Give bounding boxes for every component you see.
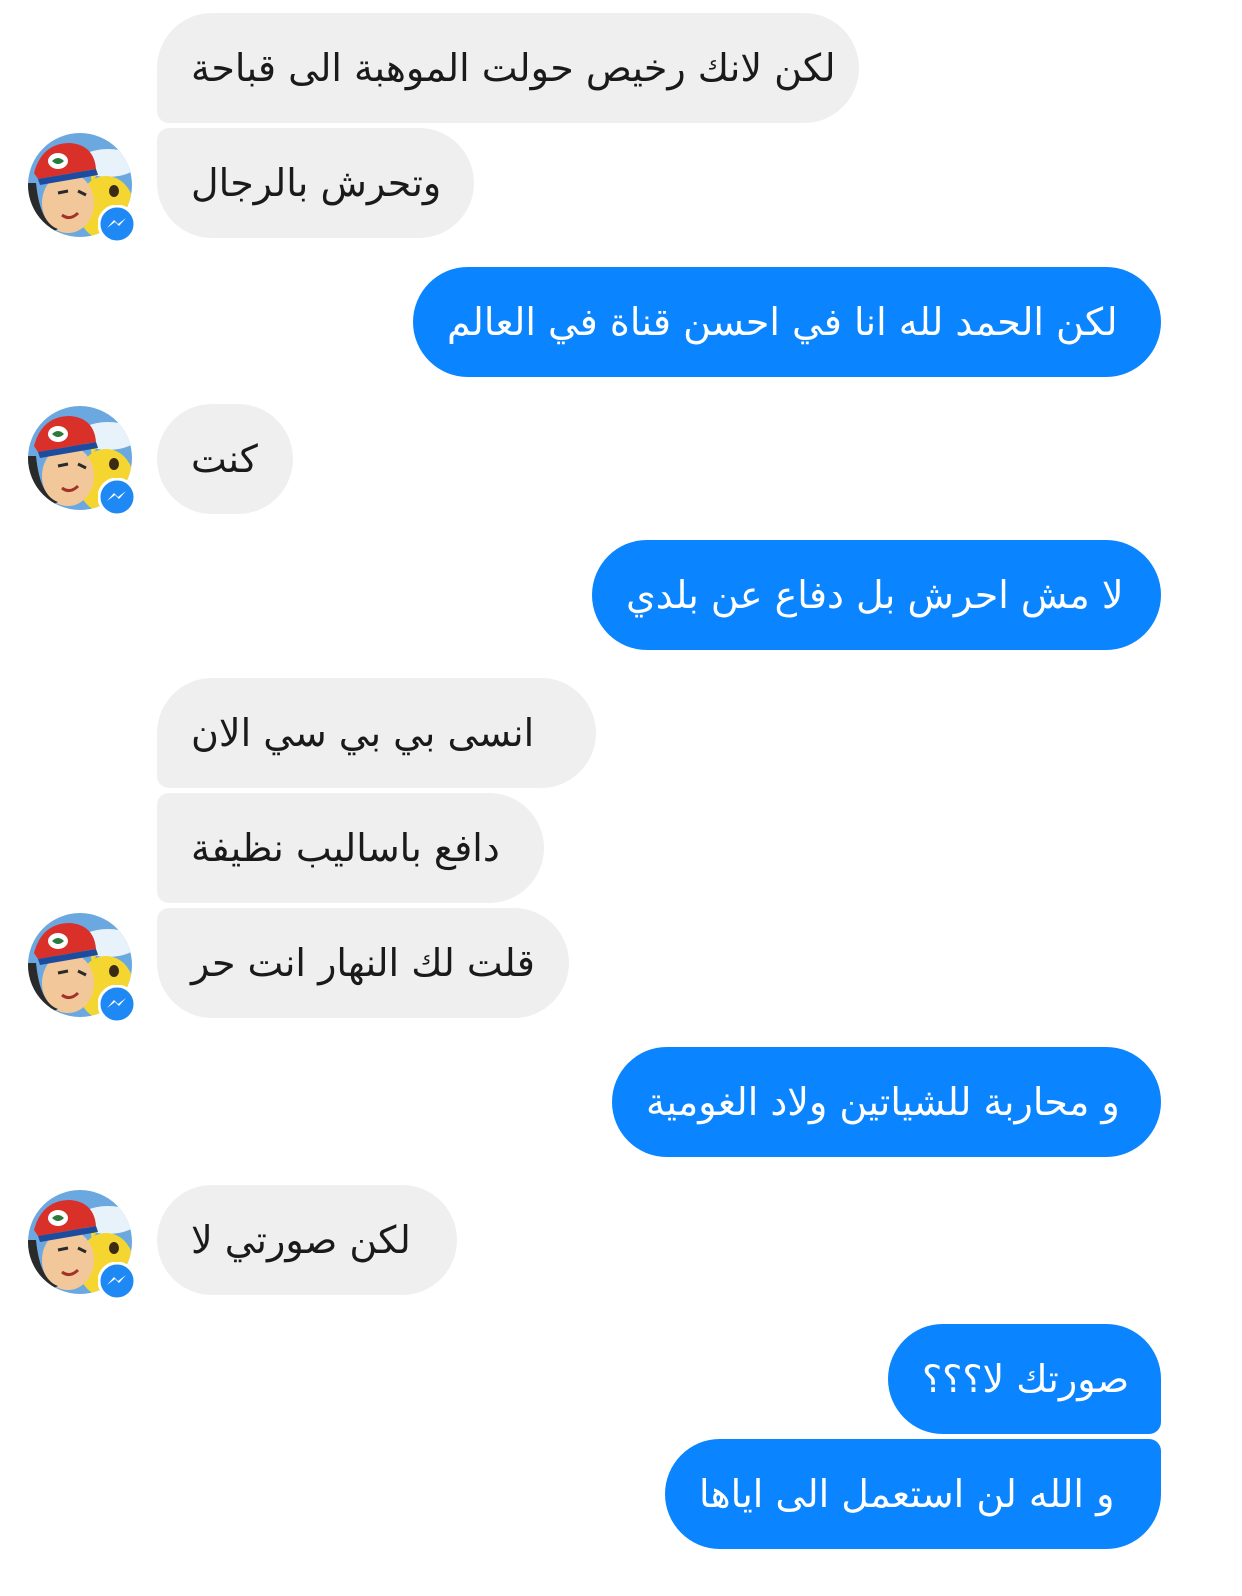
message-text: لكن لانك رخيص حولت الموهبة الى قباحة (191, 46, 836, 90)
message-text: و الله لن استعمل الى اياها (699, 1472, 1115, 1516)
message-text: دافع باساليب نظيفة (191, 826, 500, 870)
message-text: كنت (191, 437, 258, 481)
incoming-message-bubble[interactable]: لكن صورتي لا (157, 1185, 457, 1295)
messenger-badge-icon (97, 477, 137, 517)
contact-avatar[interactable] (28, 406, 137, 517)
incoming-message-bubble[interactable]: قلت لك النهار انت حر (157, 908, 569, 1018)
outgoing-message-bubble[interactable]: لكن الحمد لله انا في احسن قناة في العالم (413, 267, 1161, 377)
contact-avatar[interactable] (28, 1190, 137, 1301)
messenger-badge-icon (97, 984, 137, 1024)
message-text: صورتك لا؟؟؟ (922, 1357, 1130, 1401)
outgoing-message-bubble[interactable]: و محاربة للشياتين ولاد الغومية (612, 1047, 1161, 1157)
message-text: وتحرش بالرجال (191, 161, 442, 205)
outgoing-message-bubble[interactable]: لا مش احرش بل دفاع عن بلدي (592, 540, 1161, 650)
message-text: لا مش احرش بل دفاع عن بلدي (626, 573, 1124, 617)
messenger-conversation: { "conversation": { "messages": [ {"send… (0, 0, 1242, 1596)
outgoing-message-bubble[interactable]: و الله لن استعمل الى اياها (665, 1439, 1161, 1549)
message-text: لكن الحمد لله انا في احسن قناة في العالم (447, 300, 1118, 344)
messenger-badge-icon (97, 204, 137, 244)
incoming-message-bubble[interactable]: وتحرش بالرجال (157, 128, 474, 238)
incoming-message-bubble[interactable]: دافع باساليب نظيفة (157, 793, 544, 903)
message-text: قلت لك النهار انت حر (191, 941, 535, 985)
outgoing-message-bubble[interactable]: صورتك لا؟؟؟ (888, 1324, 1161, 1434)
message-text: لكن صورتي لا (191, 1218, 411, 1262)
message-text: و محاربة للشياتين ولاد الغومية (646, 1080, 1120, 1124)
contact-avatar[interactable] (28, 913, 137, 1024)
incoming-message-bubble[interactable]: كنت (157, 404, 293, 514)
message-text: انسى بي بي سي الان (191, 711, 535, 755)
messenger-badge-icon (97, 1261, 137, 1301)
contact-avatar[interactable] (28, 133, 137, 244)
incoming-message-bubble[interactable]: لكن لانك رخيص حولت الموهبة الى قباحة (157, 13, 859, 123)
incoming-message-bubble[interactable]: انسى بي بي سي الان (157, 678, 596, 788)
